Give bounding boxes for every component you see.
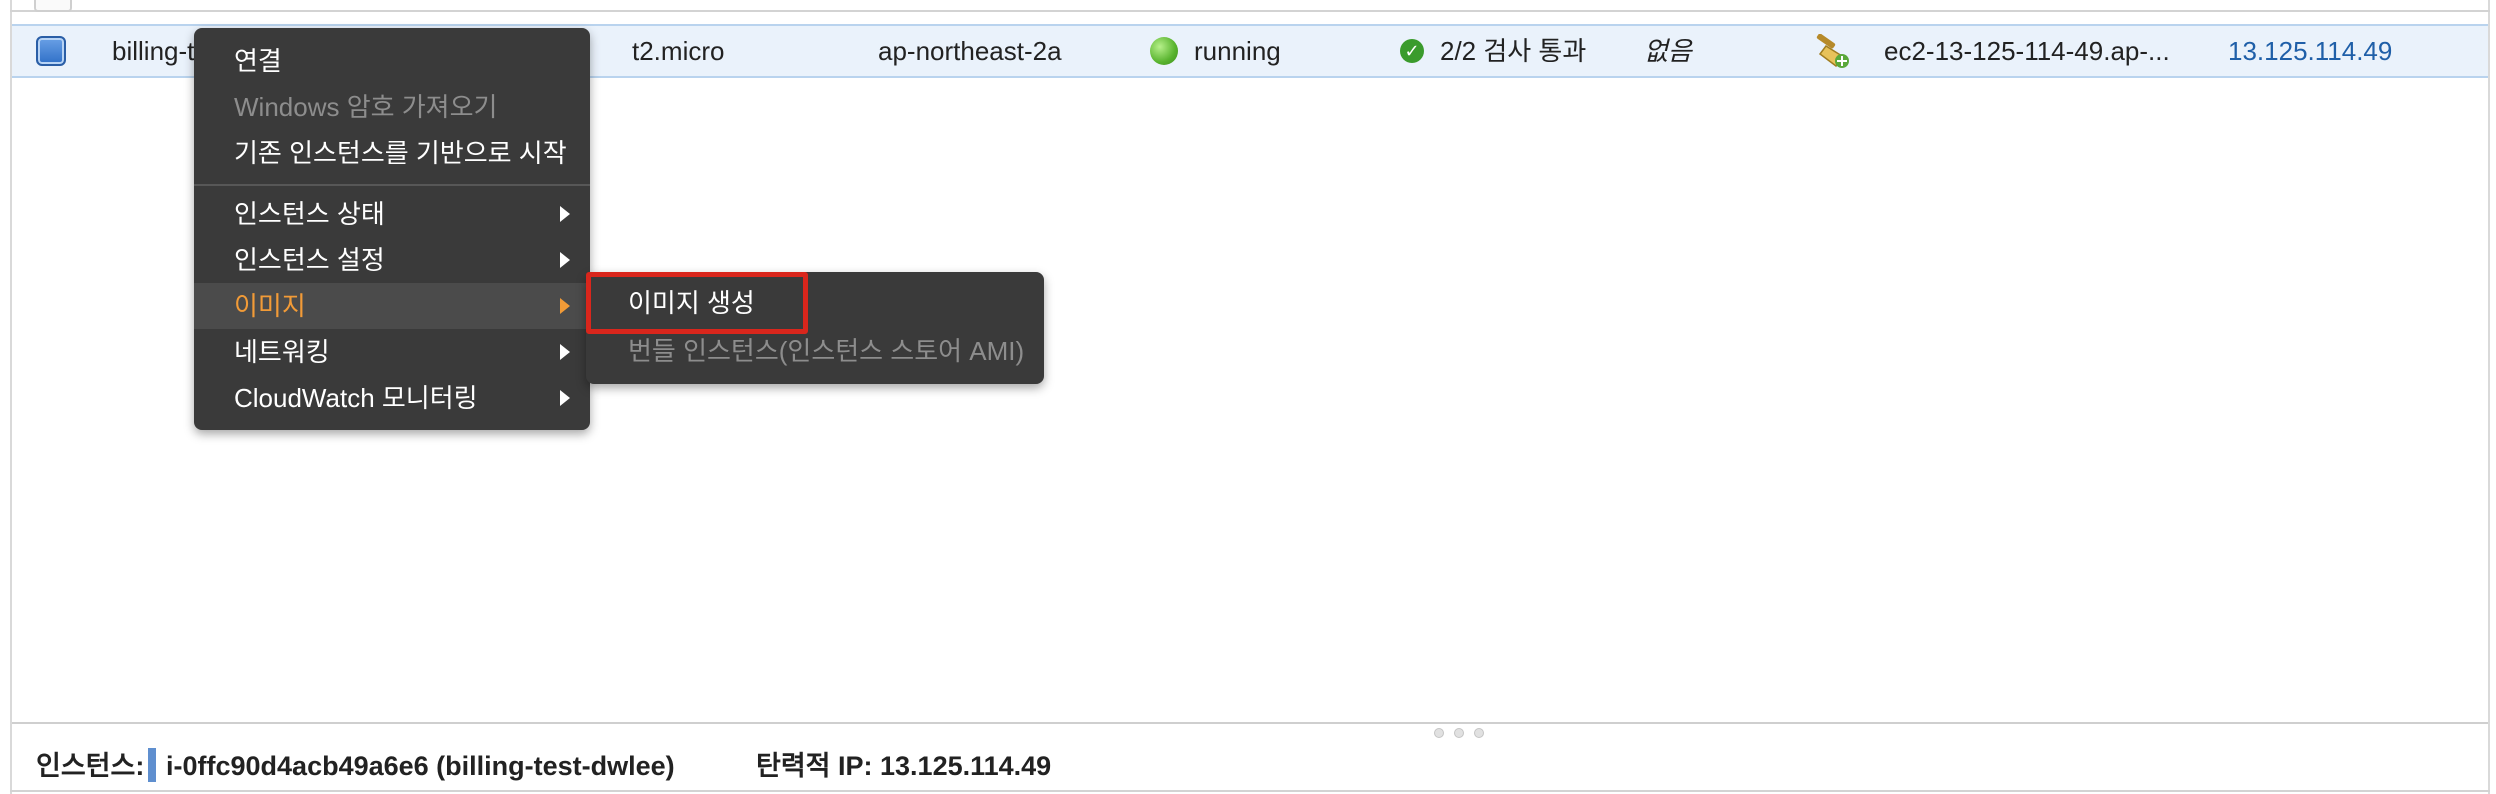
menu-item-launch-more-like-this[interactable]: 기존 인스턴스를 기반으로 시작 [194,130,590,176]
status-check-cell: 2/2 검사 통과 [1440,36,1587,66]
menu-item-label: Windows 암호 가져오기 [234,92,498,122]
availability-zone-cell: ap-northeast-2a [878,36,1062,66]
menu-item-label: 인스턴스 상태 [234,199,385,229]
check-circle-icon: ✓ [1400,39,1424,63]
menu-item-connect[interactable]: 연결 [194,38,590,84]
menu-item-label: 기존 인스턴스를 기반으로 시작 [234,138,567,168]
ec2-console-page: billing-t t2.micro ap-northeast-2a runni… [0,0,2496,794]
menu-separator [194,184,590,186]
menu-item-networking[interactable]: 네트워킹 [194,329,590,375]
running-status-icon [1150,37,1178,65]
table-header-divider [10,10,2490,12]
menu-item-cloudwatch-monitoring[interactable]: CloudWatch 모니터링 [194,375,590,421]
submenu-arrow-icon [560,206,570,222]
menu-item-image[interactable]: 이미지 [194,283,590,329]
instance-name-cell: billing-t [112,36,195,66]
header-resize-tab[interactable] [34,0,72,12]
menu-item-label: 번들 인스턴스(인스턴스 스토어 AMI) [628,336,1025,366]
menu-item-bundle-instance: 번들 인스턴스(인스턴스 스토어 AMI) [586,328,1044,374]
instance-state-cell: running [1194,36,1281,66]
checkbox-icon[interactable] [36,36,66,66]
menu-item-label: 이미지 [234,291,306,321]
menu-item-label: 인스턴스 설정 [234,245,385,275]
menu-item-label: CloudWatch 모니터링 [234,383,478,413]
submenu-arrow-icon [560,298,570,314]
elastic-ip: 탄력적 IP: 13.125.114.49 [756,751,1052,781]
submenu-arrow-icon [560,252,570,268]
instance-type-cell: t2.micro [632,36,725,66]
create-image-highlight [586,272,808,334]
resize-grip-icon[interactable] [1434,728,1444,738]
submenu-arrow-icon [560,390,570,406]
resize-grip-icon[interactable] [1454,728,1464,738]
instance-label: 인스턴스: [36,751,145,781]
menu-item-instance-state[interactable]: 인스턴스 상태 [194,191,590,237]
instance-color-tag [148,748,156,782]
menu-item-get-windows-password: Windows 암호 가져오기 [194,84,590,130]
menu-item-label: 네트워킹 [234,337,330,367]
panel-bottom-border [10,790,2490,792]
instance-id: i-0ffc90d4acb49a6e6 (billing-test-dwlee) [166,751,675,781]
resize-grip-icon[interactable] [1474,728,1484,738]
broom-icon[interactable] [1812,33,1852,70]
menu-item-label: 연결 [234,46,282,76]
public-ip-link[interactable]: 13.125.114.49 [2228,26,2392,76]
public-dns-cell: ec2-13-125-114-49.ap-... [1884,36,2170,66]
context-menu: 연결 Windows 암호 가져오기 기존 인스턴스를 기반으로 시작 인스턴스… [194,28,590,430]
details-pane-divider [12,722,2488,724]
submenu-arrow-icon [560,344,570,360]
alarm-status-cell: 없음 [1644,36,1692,66]
menu-item-instance-settings[interactable]: 인스턴스 설정 [194,237,590,283]
